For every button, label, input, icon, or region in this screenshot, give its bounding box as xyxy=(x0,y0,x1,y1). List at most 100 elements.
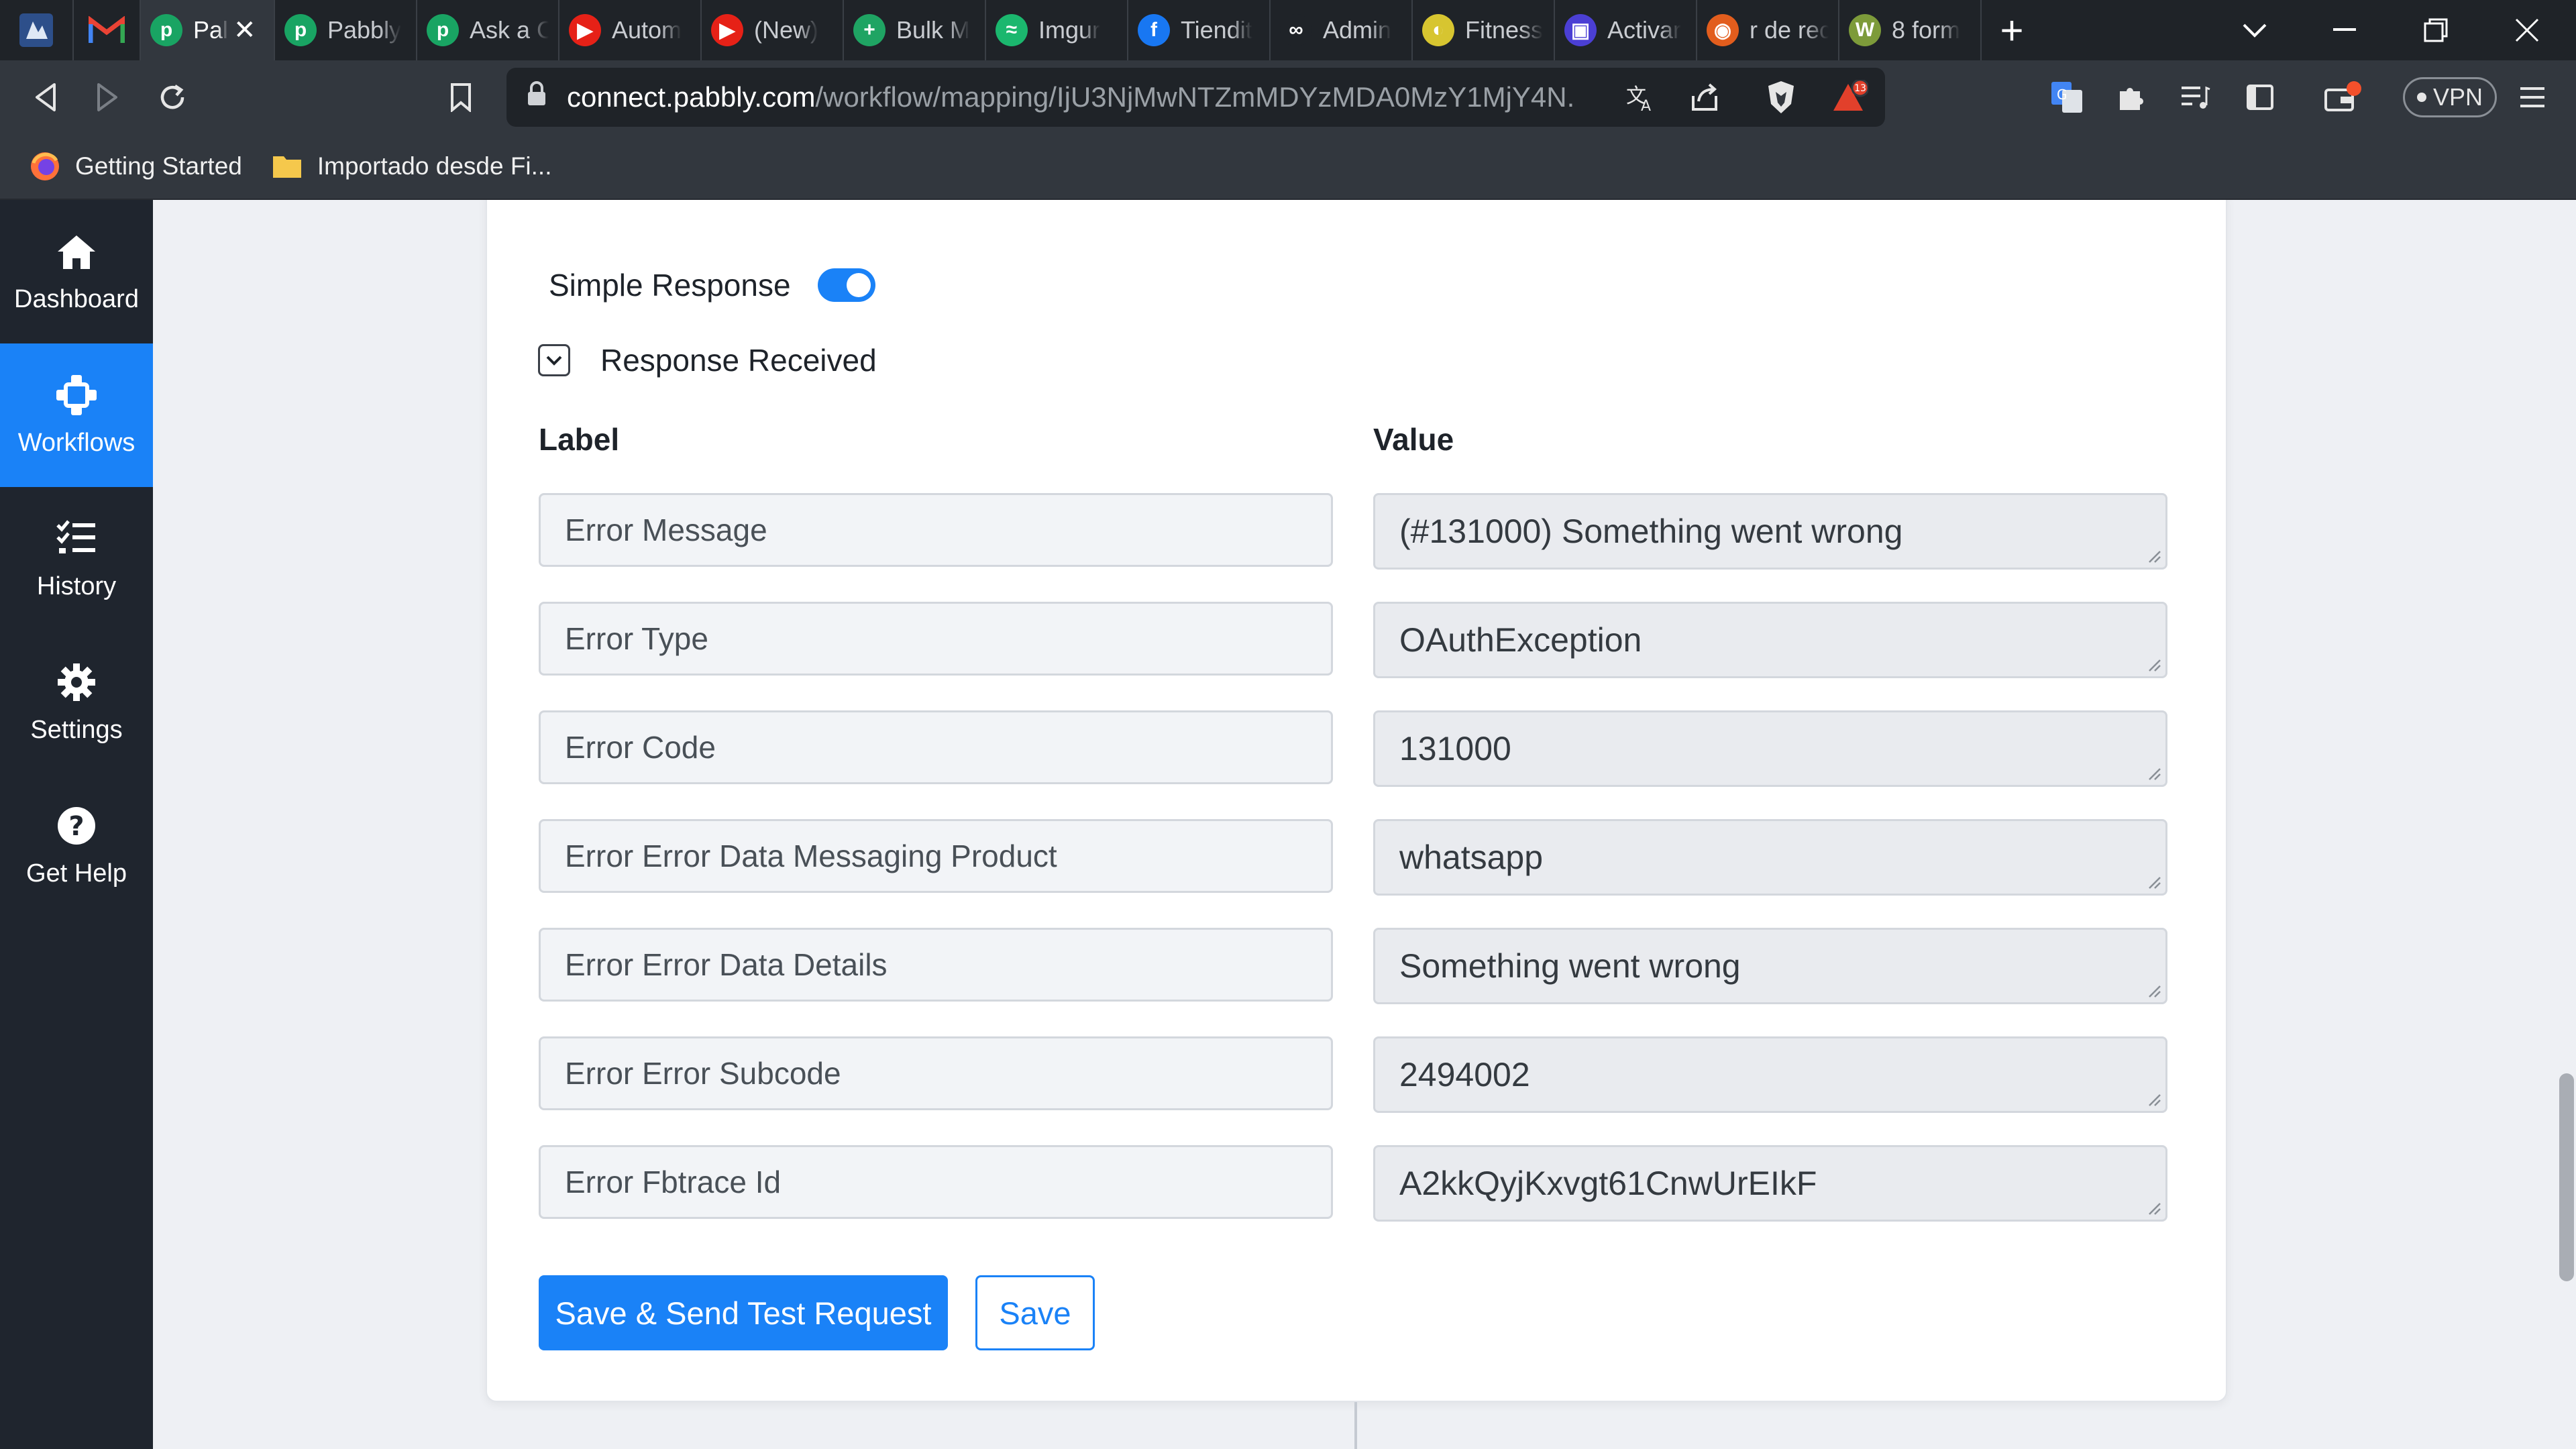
value-text: OAuthException xyxy=(1399,621,1642,659)
tab-pinned[interactable] xyxy=(0,0,74,60)
media-playlist-icon[interactable] xyxy=(2172,74,2219,121)
google-translate-icon[interactable]: G xyxy=(2043,74,2090,121)
label-field[interactable]: Error Type xyxy=(539,602,1333,676)
value-field[interactable]: whatsapp xyxy=(1373,819,2167,896)
svg-text:A: A xyxy=(1641,98,1651,112)
browser-tab[interactable]: ∞ Admin xyxy=(1271,0,1413,60)
browser-tab[interactable]: p Pabbly xyxy=(275,0,417,60)
bookmark-folder-imported[interactable]: Importado desde Fi... xyxy=(272,151,552,182)
value-field[interactable]: Something went wrong xyxy=(1373,928,2167,1004)
sidebar-toggle-icon[interactable] xyxy=(2237,74,2284,121)
label-field[interactable]: Error Error Subcode xyxy=(539,1036,1333,1110)
value-text: A2kkQyjKxvgt61CnwUrEIkF xyxy=(1399,1165,1817,1202)
resize-handle-icon[interactable] xyxy=(2145,656,2161,672)
tab-title: Imgur xyxy=(1038,16,1101,44)
forward-icon[interactable] xyxy=(78,60,138,134)
sidebar-item-settings[interactable]: Settings xyxy=(0,631,153,774)
address-bar[interactable]: connect.pabbly.com/workflow/mapping/IjU3… xyxy=(506,68,1885,127)
browser-tab[interactable]: ◉ r de rec xyxy=(1697,0,1839,60)
wallet-icon[interactable] xyxy=(2320,74,2367,121)
tab-favicon-icon: ▶ xyxy=(711,14,743,46)
extensions-icon[interactable] xyxy=(2108,74,2155,121)
help-icon: ? xyxy=(58,806,95,845)
tab-favicon-icon: W xyxy=(1849,14,1881,46)
browser-tab[interactable]: ▶ Autom xyxy=(559,0,702,60)
translate-icon[interactable]: 文A xyxy=(1617,74,1664,121)
tab-favicon-icon: ▣ xyxy=(1564,14,1597,46)
browser-tab[interactable]: ◐ Fitness xyxy=(1413,0,1555,60)
save-button[interactable]: Save xyxy=(975,1275,1095,1350)
simple-response-toggle[interactable] xyxy=(817,268,875,302)
browser-tab[interactable]: f Tiendit xyxy=(1128,0,1271,60)
tab-favicon-icon: ◉ xyxy=(1707,14,1739,46)
value-field[interactable]: OAuthException xyxy=(1373,602,2167,678)
brave-shield-icon[interactable] xyxy=(1758,74,1805,121)
resize-handle-icon[interactable] xyxy=(2145,982,2161,998)
app-sidebar: Dashboard Workflows History Settings ? G… xyxy=(0,200,153,1449)
simple-response-label: Simple Response xyxy=(549,268,791,303)
browser-tab[interactable]: ▣ Activar xyxy=(1555,0,1697,60)
tab-search-chevron-icon[interactable] xyxy=(2218,0,2292,60)
chevron-down-icon xyxy=(546,356,562,366)
save-send-test-request-button[interactable]: Save & Send Test Request xyxy=(539,1275,948,1350)
firefox-icon xyxy=(31,152,59,180)
vpn-button[interactable]: VPN xyxy=(2403,77,2497,117)
share-icon[interactable] xyxy=(1681,74,1728,121)
main-content: Simple Response Response Received Label … xyxy=(153,200,2576,1449)
page-scrollbar[interactable] xyxy=(2559,1073,2574,1281)
reload-icon[interactable] xyxy=(142,60,203,134)
close-window-icon[interactable] xyxy=(2490,0,2564,60)
response-received-label: Response Received xyxy=(600,343,877,378)
sidebar-item-get-help[interactable]: ? Get Help xyxy=(0,774,153,918)
label-field[interactable]: Error Fbtrace Id xyxy=(539,1145,1333,1219)
tab-title: Bulk M xyxy=(896,16,971,44)
tab-favicon-icon: p xyxy=(284,14,317,46)
tab-title: Fitness xyxy=(1465,16,1544,44)
tab-title: Activar xyxy=(1607,16,1682,44)
label-field[interactable]: Error Error Data Messaging Product xyxy=(539,819,1333,893)
restore-icon[interactable] xyxy=(2399,0,2473,60)
browser-tab[interactable]: W 8 form xyxy=(1839,0,1982,60)
folder-icon xyxy=(272,156,301,178)
tab-favicon-icon: f xyxy=(1138,14,1170,46)
browser-tab[interactable]: p Ask a C xyxy=(417,0,559,60)
resize-handle-icon[interactable] xyxy=(2145,873,2161,890)
tab-title: (New) xyxy=(754,16,818,44)
value-field[interactable]: 2494002 xyxy=(1373,1036,2167,1113)
sidebar-item-dashboard[interactable]: Dashboard xyxy=(0,200,153,343)
gear-icon xyxy=(58,663,95,701)
browser-tab[interactable]: ▶ (New) xyxy=(702,0,844,60)
resize-handle-icon[interactable] xyxy=(2145,1091,2161,1107)
value-field[interactable]: (#131000) Something went wrong xyxy=(1373,493,2167,570)
bookmark-icon[interactable] xyxy=(431,60,491,134)
tab-favicon-icon: ∞ xyxy=(1280,14,1312,46)
label-field[interactable]: Error Message xyxy=(539,493,1333,567)
sidebar-item-label: Workflows xyxy=(17,428,136,457)
menu-icon[interactable] xyxy=(2509,74,2556,121)
brave-rewards-icon[interactable]: 13 xyxy=(1826,74,1873,121)
url-text[interactable]: connect.pabbly.com/workflow/mapping/IjU3… xyxy=(567,81,1573,113)
tab-gmail[interactable] xyxy=(74,0,141,60)
value-text: 2494002 xyxy=(1399,1056,1530,1093)
browser-tab[interactable]: ≈ Imgur xyxy=(986,0,1128,60)
new-tab-button[interactable]: + xyxy=(1982,0,2042,60)
workflow-connector-line xyxy=(1354,1402,1357,1449)
close-tab-icon[interactable]: ✕ xyxy=(233,15,256,46)
bookmark-label: Importado desde Fi... xyxy=(317,152,552,180)
label-field[interactable]: Error Code xyxy=(539,710,1333,784)
resize-handle-icon[interactable] xyxy=(2145,765,2161,781)
svg-text:13: 13 xyxy=(1854,83,1866,94)
browser-tab[interactable]: p Pal ✕ xyxy=(141,0,275,60)
value-field[interactable]: A2kkQyjKxvgt61CnwUrEIkF xyxy=(1373,1145,2167,1222)
resize-handle-icon[interactable] xyxy=(2145,547,2161,564)
minimize-icon[interactable] xyxy=(2308,0,2381,60)
back-icon[interactable] xyxy=(15,60,75,134)
collapse-toggle-button[interactable] xyxy=(538,344,570,376)
value-field[interactable]: 131000 xyxy=(1373,710,2167,787)
sidebar-item-workflows[interactable]: Workflows xyxy=(0,343,153,487)
resize-handle-icon[interactable] xyxy=(2145,1199,2161,1216)
bookmark-getting-started[interactable]: Getting Started xyxy=(30,151,242,182)
browser-tab[interactable]: + Bulk M xyxy=(844,0,986,60)
label-field[interactable]: Error Error Data Details xyxy=(539,928,1333,1002)
sidebar-item-history[interactable]: History xyxy=(0,487,153,631)
